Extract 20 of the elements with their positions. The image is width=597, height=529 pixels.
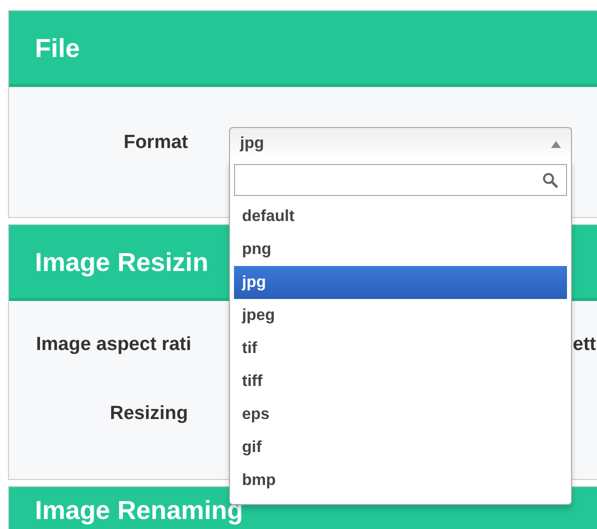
- field-label: Resizing: [108, 402, 188, 426]
- panel-title: File: [35, 32, 80, 62]
- dropdown-option[interactable]: gif: [234, 431, 567, 464]
- field-label: Image aspect rati: [36, 333, 192, 357]
- dropdown-option[interactable]: default: [234, 200, 567, 233]
- search-field[interactable]: [234, 164, 567, 196]
- field-label: Format: [122, 131, 188, 156]
- dropdown-option[interactable]: eps: [234, 398, 567, 431]
- dropdown-option[interactable]: bmp: [234, 464, 567, 497]
- panel-title: Image Resizin: [35, 246, 208, 276]
- search-icon: [542, 172, 558, 188]
- dropdown-option[interactable]: jpg: [234, 266, 567, 299]
- dropdown-option[interactable]: tif: [234, 332, 567, 365]
- dropdown-option[interactable]: jpeg: [234, 299, 567, 332]
- caret-up-icon: [551, 140, 561, 148]
- dropdown-option[interactable]: tiff: [234, 365, 567, 398]
- format-select[interactable]: jpg: [229, 127, 572, 160]
- panel-title: Image Renaming: [35, 495, 244, 525]
- dropdown-option[interactable]: png: [234, 233, 567, 266]
- field-label: ett: [572, 333, 596, 357]
